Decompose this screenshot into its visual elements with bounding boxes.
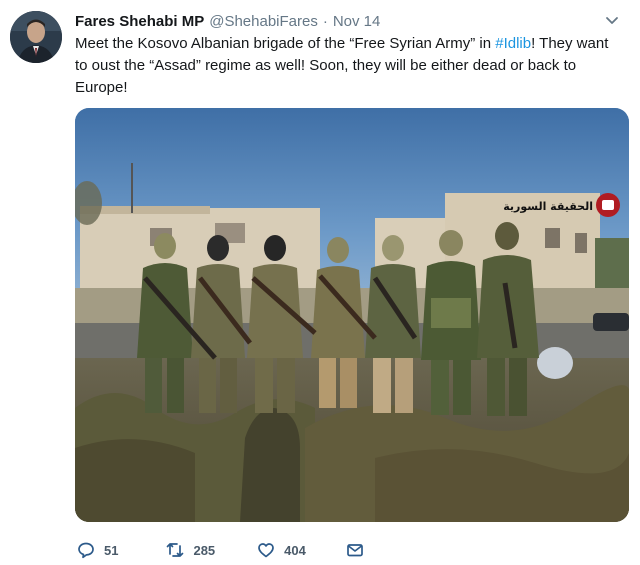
tweet-text: Meet the Kosovo Albanian brigade of the … [75,33,623,99]
like-count: 404 [284,542,306,558]
watermark-logo-icon [596,193,620,217]
retweet-icon [167,543,184,557]
reply-count: 51 [104,542,119,558]
reply-icon [78,542,94,559]
separator: · [322,12,328,30]
tweet-photo[interactable]: الحقيقة السورية [75,108,629,522]
tweet-date[interactable]: Nov 14 [333,13,381,30]
retweet-count: 285 [193,542,216,558]
author-handle[interactable]: @ShehabiFares [209,13,318,30]
retweet-button[interactable]: 285 [166,541,215,559]
tweet-header: Fares Shehabi MP @ShehabiFares · Nov 14 [75,11,380,31]
tweet-actions: 51 285 404 [77,539,364,561]
hashtag-link[interactable]: #Idlib [495,35,531,52]
like-icon [258,543,275,558]
message-button[interactable] [346,541,364,559]
chevron-down-icon[interactable] [604,12,620,28]
tweet-text-part1: Meet the Kosovo Albanian brigade of the … [75,35,496,52]
watermark-text: الحقيقة السورية [503,200,593,213]
message-icon [347,544,363,557]
reply-button[interactable]: 51 [77,541,118,559]
avatar[interactable] [10,11,62,63]
author-name[interactable]: Fares Shehabi MP [75,13,204,30]
like-button[interactable]: 404 [257,541,306,559]
